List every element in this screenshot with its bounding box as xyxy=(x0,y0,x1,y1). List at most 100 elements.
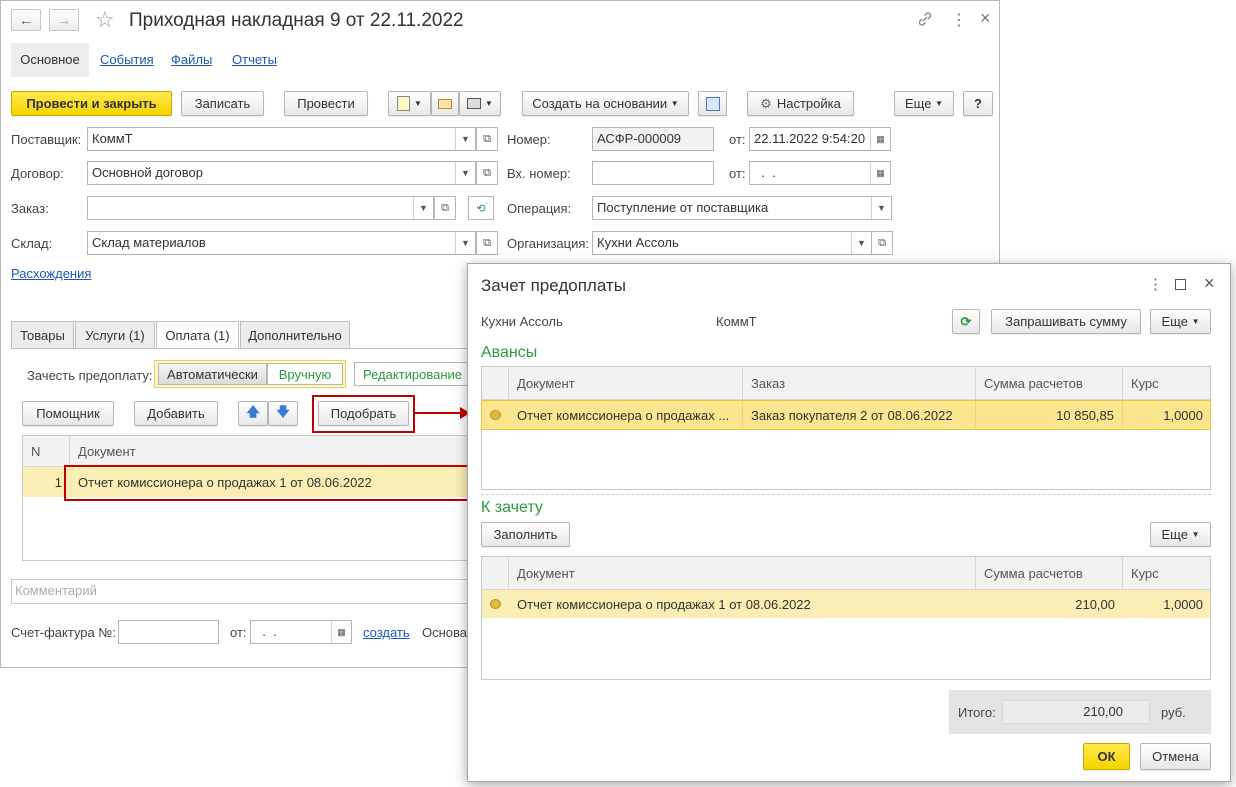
operation-field[interactable]: Поступление от поставщика ▼ xyxy=(592,196,892,220)
discrepancies-link[interactable]: Расхождения xyxy=(11,266,91,281)
comment-field[interactable]: Комментарий xyxy=(11,579,481,604)
more-label: Еще xyxy=(905,96,932,111)
invoice-number-field[interactable] xyxy=(118,620,219,644)
settings-button[interactable]: ⚙ Настройка xyxy=(747,91,854,116)
ok-button[interactable]: ОК xyxy=(1083,743,1130,770)
warehouse-value: Склад материалов xyxy=(92,235,206,250)
structure-button[interactable] xyxy=(698,91,727,116)
tab-events[interactable]: События xyxy=(100,43,154,77)
more-vertical-icon[interactable]: ⋮ xyxy=(1148,275,1163,293)
offset-section-title: К зачету xyxy=(481,499,543,516)
open-order-icon[interactable]: ⧉ xyxy=(434,196,456,220)
warehouse-field[interactable]: Склад материалов ▼ xyxy=(87,231,476,255)
table-row[interactable]: Отчет комиссионера о продажах ... Заказ … xyxy=(481,400,1211,430)
fill-button[interactable]: Заполнить xyxy=(481,522,570,547)
more-button[interactable]: Еще ▼ xyxy=(1150,309,1211,334)
tab-additional[interactable]: Дополнительно xyxy=(240,321,350,348)
tab-services[interactable]: Услуги (1) xyxy=(75,321,155,348)
refresh-order-icon[interactable]: ⟲ xyxy=(468,196,494,220)
column-rate[interactable]: Курс xyxy=(1123,557,1211,589)
chevron-down-icon[interactable]: ▼ xyxy=(455,232,475,254)
ask-sum-button[interactable]: Запрашивать сумму xyxy=(991,309,1141,334)
column-document[interactable]: Документ xyxy=(509,557,976,589)
column-icon xyxy=(482,557,509,589)
arrow-left-icon: ← xyxy=(19,12,33,28)
tab-goods[interactable]: Товары xyxy=(11,321,74,348)
organization-field[interactable]: Кухни Ассоль ▼ xyxy=(592,231,872,255)
column-order[interactable]: Заказ xyxy=(743,367,976,399)
link-icon[interactable] xyxy=(917,11,935,29)
table-row[interactable]: Отчет комиссионера о продажах 1 от 08.06… xyxy=(482,590,1210,618)
open-supplier-icon[interactable]: ⧉ xyxy=(476,127,498,151)
refresh-button[interactable]: ⟳ xyxy=(952,309,980,334)
coins-icon xyxy=(482,590,509,618)
column-document[interactable]: Документ xyxy=(70,436,470,466)
maximize-icon[interactable] xyxy=(1175,279,1186,290)
mode-manual-button[interactable]: Вручную xyxy=(267,363,343,385)
column-rate[interactable]: Курс xyxy=(1123,367,1211,399)
close-icon[interactable]: × xyxy=(1204,273,1215,294)
date-from-label: от: xyxy=(729,132,746,147)
create-based-on-button[interactable]: Создать на основании ▼ xyxy=(522,91,689,116)
help-button[interactable]: ? xyxy=(963,91,993,116)
date-field[interactable]: 22.11.2022 9:54:20 ▦ xyxy=(749,127,891,151)
open-contract-icon[interactable]: ⧉ xyxy=(476,161,498,185)
calendar-icon[interactable]: ▦ xyxy=(870,128,890,150)
tab-payment[interactable]: Оплата (1) xyxy=(156,321,239,349)
envelope-icon xyxy=(438,98,452,109)
open-warehouse-icon[interactable]: ⧉ xyxy=(476,231,498,255)
more-button[interactable]: Еще ▼ xyxy=(894,91,954,116)
back-button[interactable]: ← xyxy=(11,9,41,31)
chevron-down-icon[interactable]: ▼ xyxy=(871,197,891,219)
move-up-button[interactable]: 🡅 xyxy=(238,401,268,426)
counterparty-value: КоммТ xyxy=(716,314,757,329)
create-invoice-link[interactable]: создать xyxy=(363,625,410,640)
more-button-offset[interactable]: Еще ▼ xyxy=(1150,522,1211,547)
calendar-icon[interactable]: ▦ xyxy=(870,162,890,184)
contract-field[interactable]: Основной договор ▼ xyxy=(87,161,476,185)
order-field[interactable]: ▼ xyxy=(87,196,434,220)
chevron-down-icon[interactable]: ▼ xyxy=(851,232,871,254)
tab-main[interactable]: Основное xyxy=(11,43,89,77)
chevron-down-icon[interactable]: ▼ xyxy=(455,128,475,150)
tab-reports[interactable]: Отчеты xyxy=(232,43,277,77)
email-button[interactable] xyxy=(431,91,459,116)
chevron-down-icon[interactable]: ▼ xyxy=(455,162,475,184)
column-document[interactable]: Документ xyxy=(509,367,743,399)
cancel-button[interactable]: Отмена xyxy=(1140,743,1211,770)
save-button[interactable]: Записать xyxy=(181,91,264,116)
calendar-icon[interactable]: ▦ xyxy=(331,621,351,643)
favorite-star-icon[interactable]: ☆ xyxy=(95,7,115,33)
incoming-date-field[interactable]: . . ▦ xyxy=(749,161,891,185)
more-vertical-icon[interactable]: ⋮ xyxy=(951,10,967,30)
assistant-button[interactable]: Помощник xyxy=(22,401,114,426)
invoice-date-field[interactable]: . . ▦ xyxy=(250,620,352,644)
documents-dropdown-button[interactable]: ▼ xyxy=(388,91,431,116)
post-button[interactable]: Провести xyxy=(284,91,368,116)
edit-mode-button[interactable]: Редактирование xyxy=(354,362,474,386)
mode-auto-button[interactable]: Автоматически xyxy=(158,363,267,385)
chevron-down-icon: ▼ xyxy=(414,99,422,108)
tab-files[interactable]: Файлы xyxy=(171,43,212,77)
chevron-down-icon[interactable]: ▼ xyxy=(413,197,433,219)
print-dropdown-button[interactable]: ▼ xyxy=(459,91,501,116)
close-icon[interactable]: × xyxy=(980,8,991,29)
forward-button[interactable]: → xyxy=(49,9,79,31)
supplier-field[interactable]: КоммТ ▼ xyxy=(87,127,476,151)
hierarchy-icon xyxy=(705,96,720,111)
add-button[interactable]: Добавить xyxy=(134,401,218,426)
tab-divider xyxy=(11,348,481,349)
chevron-down-icon: ▼ xyxy=(670,99,679,108)
number-field[interactable]: АСФР-000009 xyxy=(592,127,714,151)
pointer-arrow xyxy=(414,407,470,419)
document-stack-icon xyxy=(397,96,411,111)
window-title: Приходная накладная 9 от 22.11.2022 xyxy=(129,10,464,31)
order-label: Заказ: xyxy=(11,201,49,216)
open-organization-icon[interactable]: ⧉ xyxy=(871,231,893,255)
column-n[interactable]: N xyxy=(23,436,70,466)
post-and-close-button[interactable]: Провести и закрыть xyxy=(11,91,172,116)
move-down-button[interactable]: 🡇 xyxy=(268,401,298,426)
column-sum[interactable]: Сумма расчетов xyxy=(976,557,1123,589)
incoming-number-field[interactable] xyxy=(592,161,714,185)
column-sum[interactable]: Сумма расчетов xyxy=(976,367,1123,399)
